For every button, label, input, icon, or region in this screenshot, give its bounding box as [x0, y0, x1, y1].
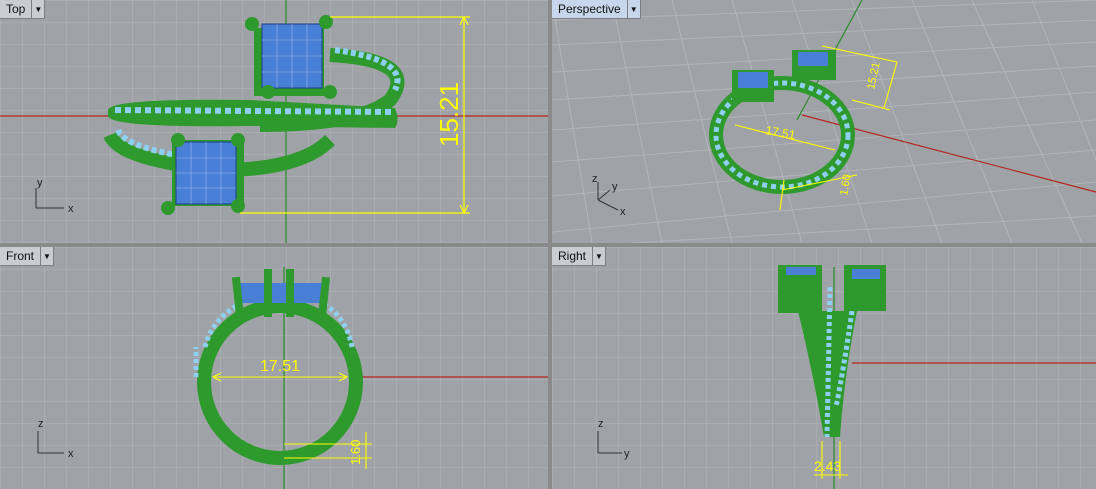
dimension-label: 15.21: [434, 82, 464, 147]
stones-front: [238, 283, 326, 303]
viewport-tab-right[interactable]: Right ▼: [552, 247, 607, 266]
top-canvas[interactable]: 15.21 x y: [0, 0, 548, 243]
viewport-tab-front[interactable]: Front ▼: [0, 247, 55, 266]
viewport-title: Perspective: [558, 2, 621, 16]
axis-z-label: z: [592, 173, 598, 185]
front-canvas[interactable]: 17.51 1.60 x z: [0, 247, 548, 489]
axis-y-label: y: [612, 181, 618, 193]
axis-z-label: z: [598, 418, 604, 430]
dimension-label: 1.60: [838, 173, 854, 196]
dimension-label: 2.43: [814, 458, 841, 474]
viewport-title: Right: [558, 249, 587, 263]
axis-x-label: x: [68, 203, 74, 215]
dimension-label: 15.21: [865, 61, 882, 90]
axis-y-label: y: [624, 448, 630, 460]
viewport-top[interactable]: Top ▼ 15.21 x y: [0, 0, 548, 243]
viewport-perspective[interactable]: Perspective ▼ 15.21 17.51 1.60 x y z: [552, 0, 1096, 243]
dimension-label: 1.60: [348, 440, 363, 465]
chevron-down-icon[interactable]: ▼: [592, 247, 605, 265]
right-canvas[interactable]: 2.43 y z: [552, 247, 1096, 489]
dimension-label: 17.51: [764, 123, 796, 142]
viewport-right[interactable]: Right ▼ 2.43 y z: [552, 247, 1096, 489]
perspective-canvas[interactable]: 15.21 17.51 1.60 x y z: [552, 0, 1096, 243]
axis-x-label: x: [68, 448, 74, 460]
viewport-title: Top: [6, 2, 26, 16]
axis-x-label: x: [620, 206, 626, 218]
dimension-label: 17.51: [260, 358, 300, 375]
axis-z-label: z: [38, 418, 44, 430]
viewport-front[interactable]: Front ▼ 17.51 1.60 x z: [0, 247, 548, 489]
chevron-down-icon[interactable]: ▼: [626, 0, 640, 18]
viewport-title: Front: [6, 249, 35, 263]
chevron-down-icon[interactable]: ▼: [31, 0, 44, 18]
viewport-tab-top[interactable]: Top ▼: [0, 0, 46, 19]
axis-y-label: y: [37, 177, 43, 189]
chevron-down-icon[interactable]: ▼: [40, 247, 53, 265]
perspective-grid: [552, 0, 1096, 243]
viewport-tab-perspective[interactable]: Perspective ▼: [552, 0, 641, 19]
